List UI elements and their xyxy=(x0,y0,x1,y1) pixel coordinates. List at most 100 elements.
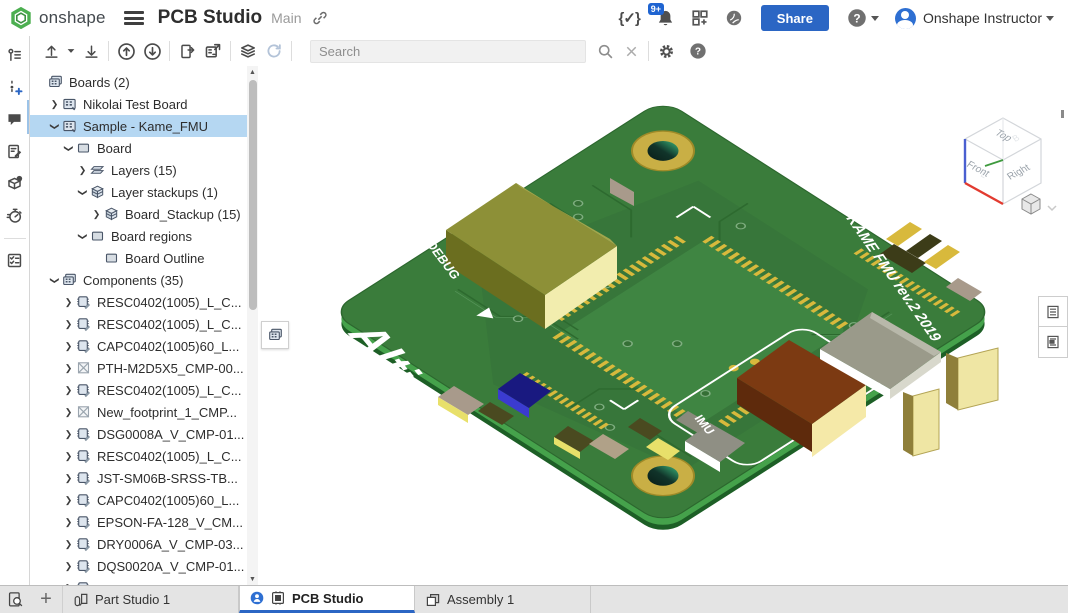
scrollbar-thumb[interactable] xyxy=(249,80,257,310)
expand-arrow-icon[interactable]: ❯ xyxy=(77,186,88,199)
onshape-logo[interactable]: onshape xyxy=(10,7,106,29)
document-menu-icon[interactable] xyxy=(124,11,144,25)
tab-assembly-1[interactable]: Assembly 1 xyxy=(415,586,591,613)
pcb-board[interactable] xyxy=(331,99,996,524)
tree-item[interactable]: ❯RESC0402(1005)_L_C... xyxy=(30,291,247,313)
copy-board-button[interactable] xyxy=(174,38,200,64)
tree-item[interactable]: ❯DQS0020A_V_CMP-01... xyxy=(30,555,247,577)
learning-center-button[interactable] xyxy=(717,0,751,36)
user-menu-button[interactable]: Onshape Instructor xyxy=(887,0,1068,36)
custom-features-button[interactable]: {✓} xyxy=(611,0,648,36)
tree-item[interactable]: ❯DRY0006A_V_CMP-03... xyxy=(30,533,247,555)
layers-flyout-button[interactable] xyxy=(1038,326,1068,358)
tree-item[interactable]: ❯Layers (15) xyxy=(30,159,247,181)
scroll-up-icon[interactable]: ▲ xyxy=(247,66,258,78)
upload-options-button[interactable] xyxy=(64,38,78,64)
checklist-button[interactable] xyxy=(2,247,28,273)
edit-document-button[interactable] xyxy=(2,138,28,164)
feature-list-button[interactable] xyxy=(2,42,28,68)
view-cube-front-label[interactable]: Front xyxy=(964,159,991,179)
tree-item[interactable]: ❯Nikolai Test Board xyxy=(30,93,247,115)
scroll-down-icon[interactable]: ▼ xyxy=(247,573,258,585)
tree-item-label: Board regions xyxy=(111,229,192,244)
help-menu-button[interactable]: ? xyxy=(839,0,887,36)
tree-item[interactable]: ❯Components (35) xyxy=(30,269,247,291)
expand-arrow-icon[interactable]: ❯ xyxy=(62,319,75,330)
properties-flyout-button[interactable] xyxy=(1038,296,1068,328)
expand-arrow-icon[interactable]: ❯ xyxy=(48,99,61,110)
search-input[interactable] xyxy=(310,40,586,63)
expand-arrow-icon[interactable]: ❯ xyxy=(62,495,75,506)
pcb-3d-view[interactable]: Altium TM DEBUG KAME FMU rev.2 2019 IMU … xyxy=(258,66,1068,585)
insert-plus-button[interactable] xyxy=(2,74,28,100)
app-store-button[interactable] xyxy=(683,0,717,36)
tree-item[interactable]: ❯PTH-M2D5X5_CMP-00... xyxy=(30,357,247,379)
comment-button[interactable] xyxy=(2,106,28,132)
push-changes-button[interactable] xyxy=(113,38,139,64)
toolbar-help-button[interactable]: ? xyxy=(685,38,711,64)
search-submit-button[interactable] xyxy=(592,38,618,64)
search-elements-button[interactable] xyxy=(0,586,30,613)
expand-arrow-icon[interactable]: ❯ xyxy=(90,209,103,220)
tree-item[interactable]: ❯Board Outline xyxy=(30,247,247,269)
appearance-cube-button[interactable]: ? xyxy=(2,170,28,196)
settings-button[interactable] xyxy=(653,38,679,64)
export-board-button[interactable] xyxy=(200,38,226,64)
expand-arrow-icon[interactable]: ❯ xyxy=(76,165,89,176)
tree-item[interactable]: ❯Board_Stackup (15) xyxy=(30,203,247,225)
expand-arrow-icon[interactable]: ❯ xyxy=(77,230,88,243)
expand-arrow-icon[interactable]: ❯ xyxy=(62,517,75,528)
tree-scrollbar[interactable]: ▲ ▼ xyxy=(247,66,258,585)
tree-item[interactable]: ❯CAPC0402(1005)60_L... xyxy=(30,335,247,357)
share-button[interactable]: Share xyxy=(761,5,829,31)
tree-item[interactable]: ❯CAPC0402(1005)60_L... xyxy=(30,489,247,511)
upload-button[interactable] xyxy=(38,38,64,64)
expand-arrow-icon[interactable]: ❯ xyxy=(62,561,75,572)
tree-item[interactable]: ❯Boards (2) xyxy=(30,71,247,93)
measure-stopwatch-button[interactable] xyxy=(2,202,28,228)
graphics-viewport[interactable]: Altium TM DEBUG KAME FMU rev.2 2019 IMU … xyxy=(258,66,1068,585)
tree-item[interactable]: ❯Sample - Kame_FMU xyxy=(30,115,247,137)
tab-part-studio-1[interactable]: Part Studio 1 xyxy=(63,586,239,613)
expand-arrow-icon[interactable]: ❯ xyxy=(62,297,75,308)
expand-arrow-icon[interactable]: ❯ xyxy=(62,363,75,374)
expand-arrow-icon[interactable]: ❯ xyxy=(62,539,75,550)
expand-arrow-icon[interactable]: ❯ xyxy=(62,451,75,462)
pull-changes-button[interactable] xyxy=(139,38,165,64)
tree-item[interactable]: ❯RESC0402(1005)_L_C... xyxy=(30,445,247,467)
tab-pcb-studio[interactable]: PCB Studio xyxy=(239,586,415,613)
component-icon xyxy=(75,426,92,442)
expand-arrow-icon[interactable]: ❯ xyxy=(63,142,74,155)
view-cube-right-label[interactable]: Right xyxy=(1005,162,1032,182)
component-icon xyxy=(75,382,92,398)
workspace-name[interactable]: Main xyxy=(271,10,301,26)
tree-item[interactable]: ❯DSG0008A_V_CMP-01... xyxy=(30,423,247,445)
component-icon xyxy=(75,448,92,464)
link-icon[interactable] xyxy=(312,10,328,26)
expand-arrow-icon[interactable]: ❯ xyxy=(62,385,75,396)
view-cube[interactable]: Top Front Right B L xyxy=(964,118,1041,204)
tree-item[interactable]: ❯JST-SM06B-SRSS-TB... xyxy=(30,467,247,489)
expand-arrow-icon[interactable]: ❯ xyxy=(62,341,75,352)
expand-arrow-icon[interactable]: ❯ xyxy=(62,429,75,440)
download-button[interactable] xyxy=(78,38,104,64)
boards-panel-toggle-button[interactable] xyxy=(261,321,289,349)
tree-item[interactable]: ❯ xyxy=(30,577,247,585)
search-clear-button[interactable] xyxy=(618,38,644,64)
tree-item[interactable]: ❯RESC0402(1005)_L_C... xyxy=(30,313,247,335)
tree-item[interactable]: ❯EPSON-FA-128_V_CM... xyxy=(30,511,247,533)
stackup-tool-button[interactable] xyxy=(235,38,261,64)
tree-item[interactable]: ❯RESC0402(1005)_L_C... xyxy=(30,379,247,401)
tree-item[interactable]: ❯New_footprint_1_CMP... xyxy=(30,401,247,423)
expand-arrow-icon[interactable]: ❯ xyxy=(49,120,60,133)
tree-item[interactable]: ❯Layer stackups (1) xyxy=(30,181,247,203)
component-icon xyxy=(75,470,92,486)
expand-arrow-icon[interactable]: ❯ xyxy=(62,473,75,484)
tree-item[interactable]: ❯Board xyxy=(30,137,247,159)
notifications-button[interactable]: 9+ xyxy=(648,0,683,36)
add-element-button[interactable]: + xyxy=(30,586,63,613)
expand-arrow-icon[interactable]: ❯ xyxy=(62,407,75,418)
tree-item[interactable]: ❯ Board regions xyxy=(30,225,247,247)
expand-arrow-icon[interactable]: ❯ xyxy=(49,274,60,287)
view-options-cube-icon[interactable] xyxy=(1022,194,1056,214)
